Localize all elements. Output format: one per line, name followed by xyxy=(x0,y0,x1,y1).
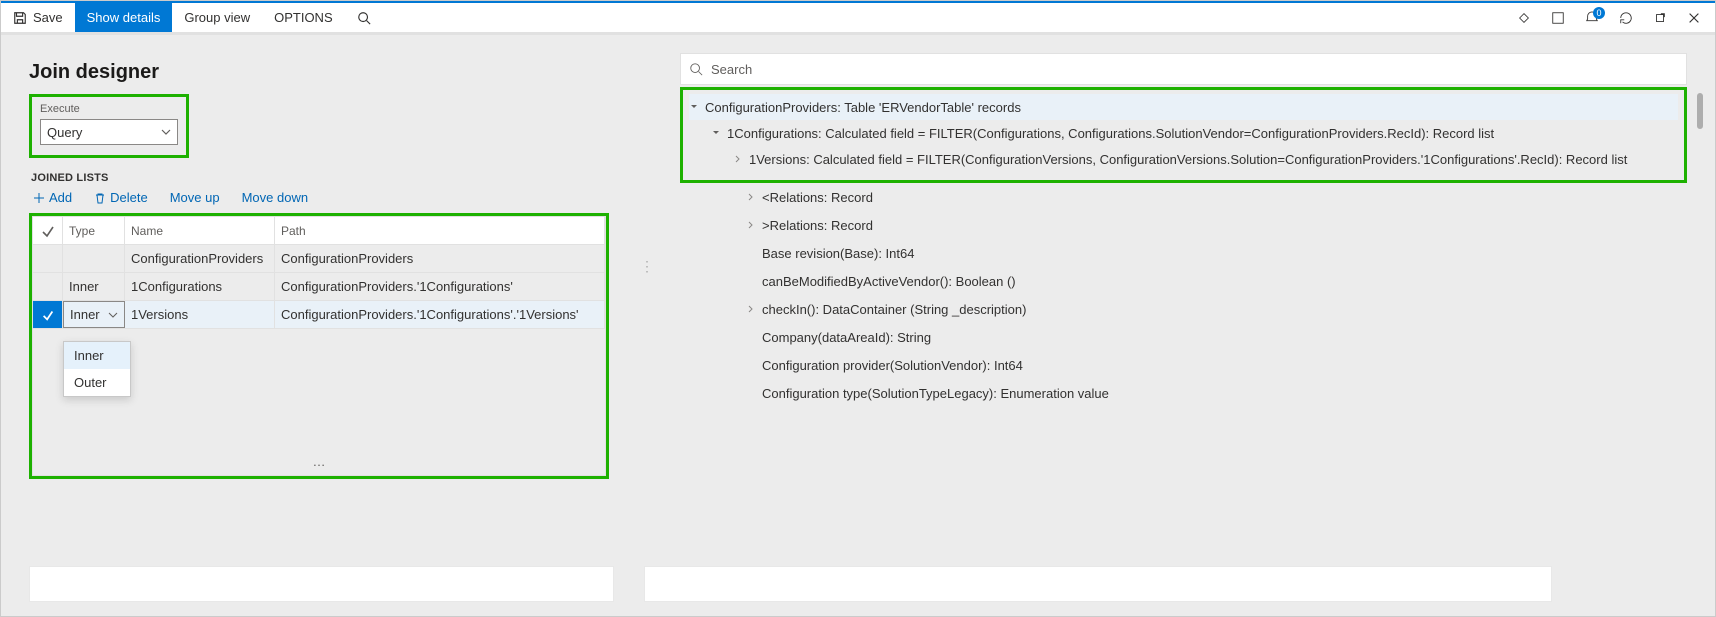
tree-node[interactable]: Base revision(Base): Int64 xyxy=(746,239,1687,267)
page-title: Join designer xyxy=(29,61,614,84)
table-row-selected[interactable]: Inner 1Versions ConfigurationProviders.'… xyxy=(33,301,605,329)
office-icon[interactable] xyxy=(1551,11,1565,25)
group-view-button[interactable]: Group view xyxy=(172,3,262,32)
caret-right-icon[interactable] xyxy=(746,305,756,313)
trash-icon xyxy=(94,192,106,204)
tree-highlight: ConfigurationProviders: Table 'ERVendorT… xyxy=(680,87,1687,183)
joined-lists-grid-highlight: Type Name Path ConfigurationProviders Co… xyxy=(29,213,609,479)
chevron-down-icon xyxy=(108,310,118,320)
col-path[interactable]: Path xyxy=(275,217,605,244)
col-name[interactable]: Name xyxy=(125,217,275,244)
tree-children: <Relations: Record>Relations: RecordBase… xyxy=(746,183,1687,407)
refresh-icon[interactable] xyxy=(1619,11,1633,25)
footer-panel-left xyxy=(29,566,614,602)
joined-lists-grid: Type Name Path ConfigurationProviders Co… xyxy=(32,216,606,476)
dropdown-option-outer[interactable]: Outer xyxy=(64,369,130,396)
tree-node-l1[interactable]: 1Configurations: Calculated field = FILT… xyxy=(711,120,1678,146)
move-down-button[interactable]: Move down xyxy=(242,190,308,205)
caret-down-icon[interactable] xyxy=(689,103,699,111)
caret-right-icon[interactable] xyxy=(733,155,743,163)
execute-select[interactable]: Query xyxy=(40,119,178,145)
plus-icon xyxy=(33,192,45,204)
popout-icon[interactable] xyxy=(1653,11,1667,25)
caret-right-icon[interactable] xyxy=(746,221,756,229)
execute-label: Execute xyxy=(40,103,178,115)
grid-actions: Add Delete Move up Move down xyxy=(33,190,614,205)
dropdown-option-inner[interactable]: Inner xyxy=(64,342,130,369)
options-tab[interactable]: OPTIONS xyxy=(262,3,345,32)
tree-node[interactable]: Configuration type(SolutionTypeLegacy): … xyxy=(746,379,1687,407)
delete-button[interactable]: Delete xyxy=(94,190,148,205)
tree-node-l2[interactable]: 1Versions: Calculated field = FILTER(Con… xyxy=(733,146,1678,172)
search-button[interactable] xyxy=(345,3,383,32)
splitter-handle[interactable]: ⋮ xyxy=(644,53,650,479)
caret-down-icon[interactable] xyxy=(711,129,721,137)
col-type[interactable]: Type xyxy=(63,217,125,244)
table-row[interactable]: ConfigurationProviders ConfigurationProv… xyxy=(33,245,605,273)
tree-node[interactable]: >Relations: Record xyxy=(746,211,1687,239)
search-icon xyxy=(689,62,703,76)
joined-lists-header: JOINED LISTS xyxy=(31,172,614,184)
grid-header: Type Name Path xyxy=(33,217,605,245)
col-check[interactable] xyxy=(33,217,63,244)
notifications-icon[interactable]: 0 xyxy=(1585,11,1599,25)
show-details-button[interactable]: Show details xyxy=(75,3,173,32)
row-checkmark[interactable] xyxy=(33,301,63,328)
chevron-down-icon xyxy=(161,127,171,137)
save-icon xyxy=(13,11,27,25)
save-button[interactable]: Save xyxy=(1,3,75,32)
add-button[interactable]: Add xyxy=(33,190,72,205)
type-dropdown: Inner Outer xyxy=(63,341,131,397)
caret-right-icon[interactable] xyxy=(746,193,756,201)
table-row[interactable]: Inner 1Configurations ConfigurationProvi… xyxy=(33,273,605,301)
attach-icon[interactable] xyxy=(1517,11,1531,25)
search-icon xyxy=(357,11,371,25)
save-label: Save xyxy=(33,10,63,25)
tree-node[interactable]: Company(dataAreaId): String xyxy=(746,323,1687,351)
tree-search[interactable]: Search xyxy=(680,53,1687,85)
type-dropdown-cell[interactable]: Inner xyxy=(63,301,125,328)
tree-node[interactable]: <Relations: Record xyxy=(746,183,1687,211)
tree-node[interactable]: checkIn(): DataContainer (String _descri… xyxy=(746,295,1687,323)
tree-node[interactable]: canBeModifiedByActiveVendor(): Boolean (… xyxy=(746,267,1687,295)
tree-node-root[interactable]: ConfigurationProviders: Table 'ERVendorT… xyxy=(689,94,1678,120)
tree-node[interactable]: Configuration provider(SolutionVendor): … xyxy=(746,351,1687,379)
scrollbar-thumb[interactable] xyxy=(1697,93,1703,129)
footer-panel-right xyxy=(644,566,1552,602)
action-pane: Save Show details Group view OPTIONS 0 xyxy=(1,3,1715,35)
move-up-button[interactable]: Move up xyxy=(170,190,220,205)
execute-highlight: Execute Query xyxy=(29,94,189,158)
close-icon[interactable] xyxy=(1687,11,1701,25)
